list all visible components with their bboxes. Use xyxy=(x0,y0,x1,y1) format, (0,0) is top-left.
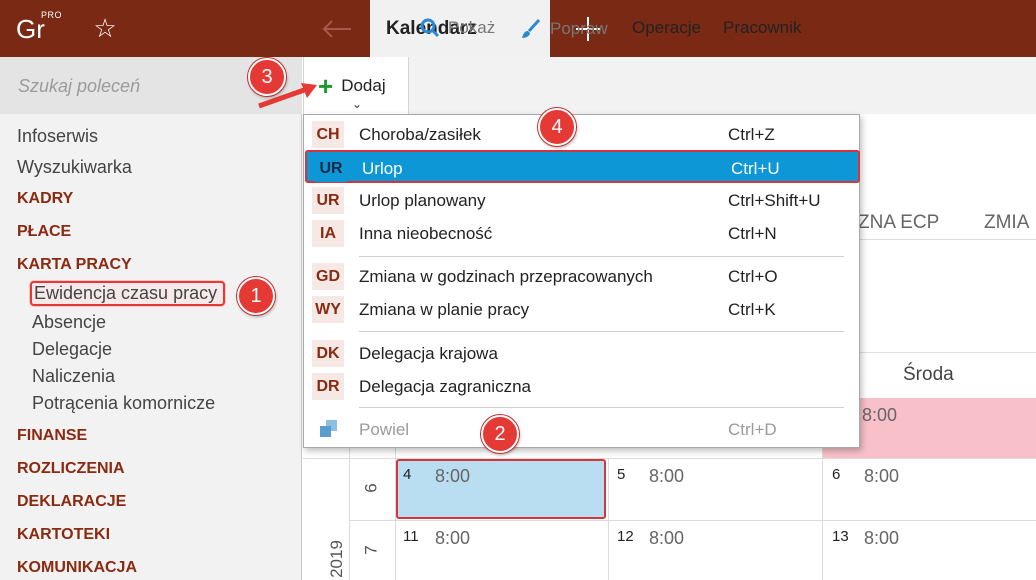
menu-separator xyxy=(359,331,844,332)
menu-item-label: Delegacja krajowa xyxy=(359,344,498,363)
sidebar-item-potracenia[interactable]: Potrącenia komornicze xyxy=(32,393,215,414)
sidebar-section-rozliczenia[interactable]: ROZLICZENIA xyxy=(17,460,125,478)
calendar-cell-selected[interactable] xyxy=(396,459,606,519)
back-arrow-icon[interactable] xyxy=(305,0,369,57)
duplicate-icon xyxy=(319,419,339,444)
cell-time: 8:00 xyxy=(435,528,471,548)
cell-day: 12 xyxy=(617,528,634,545)
sidebar-section-komunikacja[interactable]: KOMUNIKACJA xyxy=(17,559,137,577)
menu-item-delegacja-zagraniczna[interactable]: DR Delegacja zagraniczna xyxy=(304,370,859,403)
show-button-label: Pokaż xyxy=(448,18,496,37)
menu-item-choroba[interactable]: CH Choroba/zasiłek Ctrl+Z xyxy=(304,118,859,151)
toolbar xyxy=(303,57,1036,114)
menu-item-label: Delegacja zagraniczna xyxy=(359,377,531,396)
menu-item-code: WY xyxy=(312,296,344,323)
menu-item-delegacja-krajowa[interactable]: DK Delegacja krajowa xyxy=(304,337,859,370)
cell-time: 8:00 xyxy=(649,528,685,548)
sidebar-section-finanse[interactable]: FINANSE xyxy=(17,427,87,445)
menu-item-shortcut: Ctrl+U xyxy=(731,159,780,178)
edit-button-label: Popraw xyxy=(550,19,608,38)
cell-day: 4 xyxy=(403,466,412,483)
tab-zmia[interactable]: ZMIA xyxy=(984,212,1029,234)
menu-item-label: Urlop planowany xyxy=(359,191,486,210)
sidebar-item-wyszukiwarka[interactable]: Wyszukiwarka xyxy=(17,157,132,178)
search-placeholder[interactable]: Szukaj poleceń xyxy=(18,76,140,97)
cell-day: 6 xyxy=(832,466,841,483)
menu-item-powiel[interactable]: Powiel Ctrl+D xyxy=(304,413,859,446)
sidebar-section-place[interactable]: PŁACE xyxy=(17,223,71,241)
logo-badge: PRO xyxy=(41,10,63,20)
menu-item-inna-nieobecnosc[interactable]: IA Inna nieobecność Ctrl+N xyxy=(304,217,859,250)
menu-item-code: UR xyxy=(315,155,347,182)
tab-zna-ecp[interactable]: ZNA ECP xyxy=(858,212,939,234)
menu-item-label: Urlop xyxy=(362,159,403,178)
sidebar-section-kadry[interactable]: KADRY xyxy=(17,190,73,208)
menu-item-shortcut: Ctrl+Z xyxy=(728,125,775,144)
edit-button[interactable]: Popraw xyxy=(520,18,608,40)
sidebar-section-karta-pracy[interactable]: KARTA PRACY xyxy=(17,256,132,274)
employee-button[interactable]: Pracownik xyxy=(723,18,801,38)
menu-item-code: IA xyxy=(312,220,344,247)
week-number: 6 xyxy=(361,483,381,493)
operations-button[interactable]: Operacje xyxy=(632,18,701,38)
sidebar-section-deklaracje[interactable]: DEKLARACJE xyxy=(17,493,126,511)
weekday-sroda: Środa xyxy=(903,364,954,385)
sidebar-item-absencje[interactable]: Absencje xyxy=(32,312,106,333)
menu-item-label: Choroba/zasiłek xyxy=(359,125,481,144)
grid-line xyxy=(608,458,609,580)
sidebar-item-delegacje[interactable]: Delegacje xyxy=(32,339,112,360)
callout-badge-3: 3 xyxy=(248,58,286,96)
menu-separator xyxy=(359,256,844,257)
cell-time: 8:00 xyxy=(864,466,900,486)
menu-item-label: Powiel xyxy=(359,420,410,439)
menu-item-code: DK xyxy=(312,340,344,367)
search-icon xyxy=(420,18,440,38)
cell-time: 8:00 xyxy=(649,466,685,486)
week-number: 7 xyxy=(361,545,381,555)
menu-item-zmiana-planu[interactable]: WY Zmiana w planie pracy Ctrl+K xyxy=(304,293,859,326)
menu-item-code: UR xyxy=(312,187,344,214)
menu-item-code: GD xyxy=(312,263,344,290)
menu-item-code: CH xyxy=(312,121,344,148)
menu-item-label: Inna nieobecność xyxy=(359,224,493,243)
grid-line xyxy=(349,520,1036,521)
menu-item-shortcut: Ctrl+Shift+U xyxy=(728,191,821,210)
callout-badge-4: 4 xyxy=(538,108,576,146)
sidebar-item-naliczenia[interactable]: Naliczenia xyxy=(32,366,115,387)
menu-item-code: DR xyxy=(312,373,344,400)
cell-time: 8:00 xyxy=(864,528,900,548)
cell-day: 5 xyxy=(617,466,626,483)
menu-item-shortcut: Ctrl+N xyxy=(728,224,777,243)
cell-time: 8:00 xyxy=(862,405,898,425)
show-button[interactable]: Pokaż xyxy=(420,18,495,38)
menu-item-label: Zmiana w planie pracy xyxy=(359,300,530,319)
callout-badge-1: 1 xyxy=(237,277,275,315)
cell-day: 11 xyxy=(403,528,419,545)
menu-item-shortcut: Ctrl+K xyxy=(728,300,776,319)
sidebar-item-ewidencja[interactable]: Ewidencja czasu pracy xyxy=(30,281,226,306)
brush-icon xyxy=(522,18,541,38)
sidebar-item-infoserwis[interactable]: Infoserwis xyxy=(17,126,98,147)
sidebar-section-kartoteki[interactable]: KARTOTEKI xyxy=(17,526,110,544)
menu-separator xyxy=(359,407,844,408)
callout-badge-2: 2 xyxy=(481,415,519,453)
menu-item-urlop-planowany[interactable]: UR Urlop planowany Ctrl+Shift+U xyxy=(304,184,859,217)
menu-item-label: Zmiana w godzinach przepracowanych xyxy=(359,267,653,286)
favorites-star-icon[interactable]: ☆ xyxy=(70,0,140,57)
year-label: 2019 xyxy=(326,540,346,578)
cell-time: 8:00 xyxy=(435,466,471,486)
cell-day: 13 xyxy=(832,528,849,545)
app-logo[interactable]: Gr PRO xyxy=(0,0,70,57)
add-button-label: Dodaj xyxy=(341,76,386,95)
chevron-down-icon: ⌄ xyxy=(352,97,363,111)
add-dropdown-menu: CH Choroba/zasiłek Ctrl+Z UR Urlop Ctrl+… xyxy=(303,114,860,448)
menu-item-urlop[interactable]: UR Urlop Ctrl+U xyxy=(305,150,860,183)
menu-item-zmiana-godzin[interactable]: GD Zmiana w godzinach przepracowanych Ct… xyxy=(304,260,859,293)
menu-item-shortcut: Ctrl+O xyxy=(728,267,778,286)
menu-item-shortcut: Ctrl+D xyxy=(728,420,777,439)
